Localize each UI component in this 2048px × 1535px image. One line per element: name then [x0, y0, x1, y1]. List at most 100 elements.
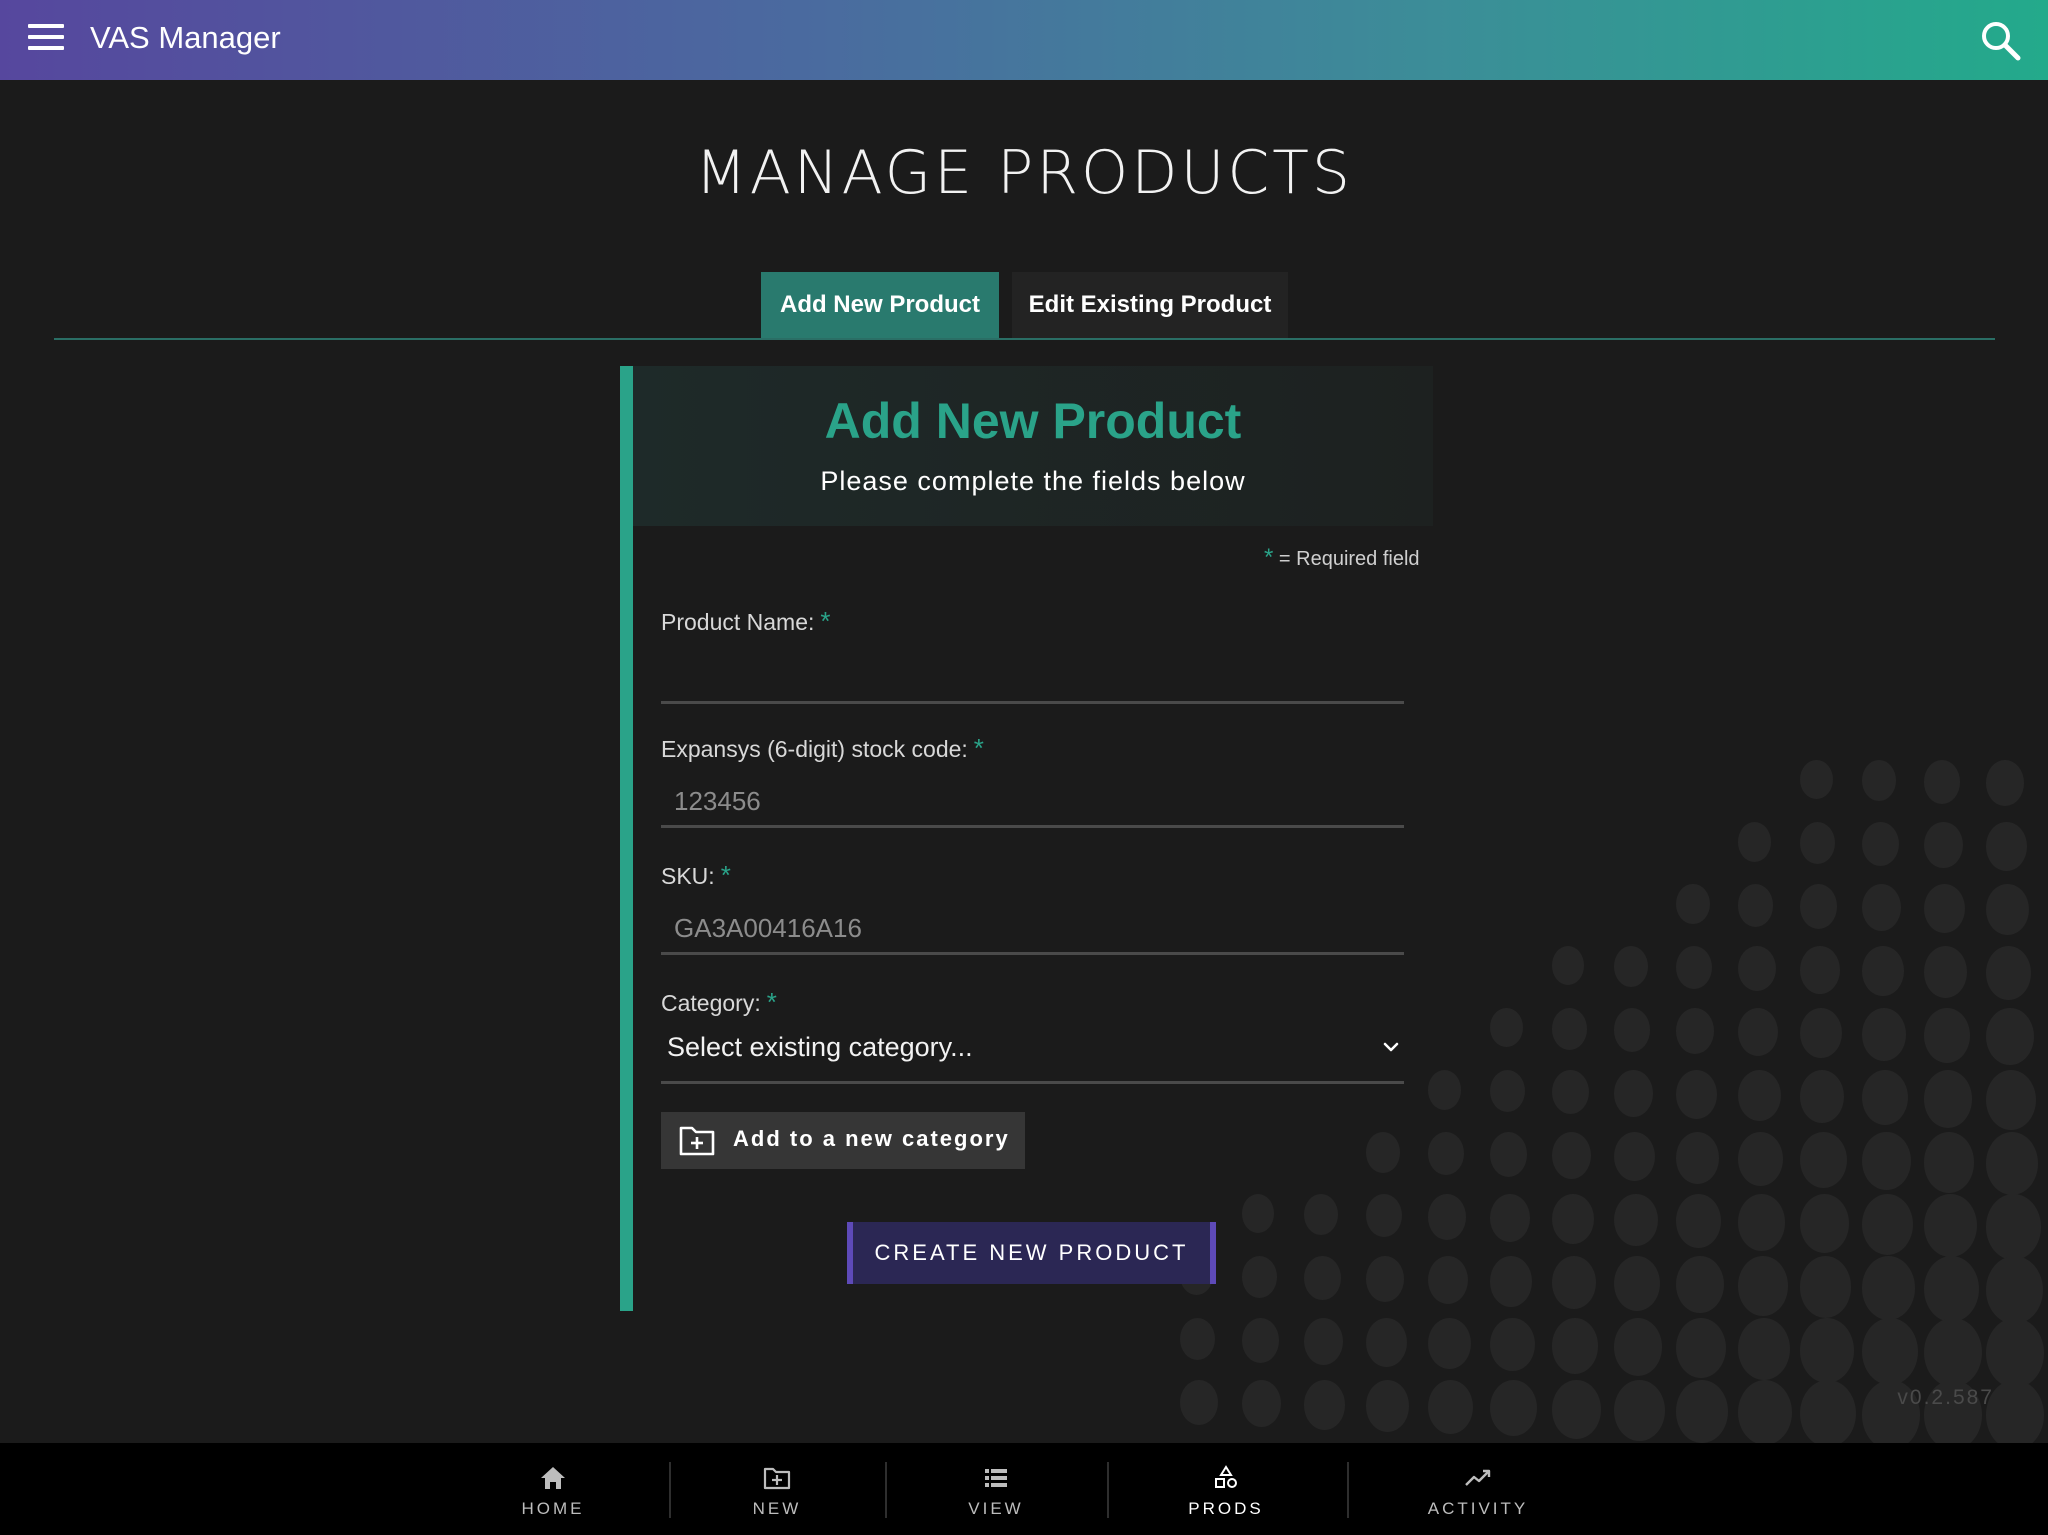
app-title: VAS Manager — [90, 20, 281, 55]
background-dot — [1490, 1070, 1526, 1113]
background-dot — [1304, 1318, 1343, 1365]
background-dot-pattern — [1180, 760, 2048, 1450]
background-dot — [1986, 1070, 2036, 1130]
background-dot — [1614, 946, 1649, 987]
background-dot — [1676, 1194, 1722, 1249]
background-dot — [1490, 1194, 1530, 1242]
background-dot — [1738, 1256, 1788, 1316]
background-dot — [1614, 1008, 1651, 1052]
folder-plus-icon — [679, 1126, 715, 1156]
background-dot — [1800, 946, 1840, 994]
background-dot — [1304, 1380, 1346, 1430]
background-dot — [1366, 1380, 1410, 1432]
background-dot — [1676, 884, 1710, 925]
search-icon[interactable] — [1980, 20, 2022, 62]
background-dot — [1490, 1380, 1537, 1437]
product-name-input[interactable] — [661, 654, 1404, 704]
nav-home-label: HOME — [521, 1499, 585, 1518]
nav-view-label: VIEW — [968, 1499, 1024, 1518]
hamburger-menu-icon[interactable] — [28, 24, 64, 56]
tabs-underline — [54, 338, 1995, 340]
category-label-text: Category: — [661, 990, 761, 1016]
background-dot — [1428, 1194, 1466, 1240]
nav-view[interactable]: VIEW — [946, 1443, 1046, 1535]
background-dot — [1366, 1318, 1407, 1367]
background-dot — [1738, 1070, 1781, 1122]
stock-code-label: Expansys (6-digit) stock code: * — [661, 733, 984, 764]
shapes-icon — [1215, 1465, 1237, 1488]
required-marker: * — [1264, 544, 1274, 571]
nav-new[interactable]: NEW — [727, 1443, 827, 1535]
background-dot — [1242, 1318, 1280, 1363]
background-dot — [1986, 946, 2032, 1001]
background-dot — [1242, 1380, 1282, 1428]
nav-separator — [885, 1462, 887, 1518]
background-dot — [1428, 1070, 1462, 1110]
background-dot — [1366, 1132, 1400, 1173]
background-dot — [1924, 1132, 1975, 1193]
background-dot — [1800, 760, 1833, 800]
background-dot — [1738, 1008, 1779, 1057]
background-dot — [1924, 1256, 1980, 1323]
background-dot — [1924, 884, 1965, 934]
background-dot — [1924, 760, 1961, 804]
nav-home[interactable]: HOME — [501, 1443, 605, 1535]
trending-up-icon — [1465, 1469, 1491, 1486]
background-dot — [1986, 760, 2025, 806]
background-dot — [1676, 1256, 1724, 1314]
background-dot — [1552, 1380, 1601, 1439]
page-title: MANAGE PRODUCTS — [694, 138, 1353, 208]
background-dot — [1800, 1380, 1857, 1448]
form-title: Add New Product — [824, 393, 1242, 449]
nav-prods[interactable]: PRODS — [1171, 1443, 1281, 1535]
home-icon — [541, 1467, 565, 1489]
background-dot — [1862, 822, 1899, 867]
background-dot — [1614, 1256, 1660, 1312]
background-dot — [1428, 1132, 1464, 1175]
background-dot — [1676, 946, 1712, 990]
background-dot — [1490, 1008, 1523, 1048]
add-new-category-label: Add to a new category — [733, 1126, 1010, 1151]
background-dot — [1986, 1318, 2044, 1388]
add-new-category-button[interactable]: Add to a new category — [661, 1112, 1025, 1169]
background-dot — [1242, 1256, 1277, 1298]
category-select[interactable]: Select existing category... — [661, 1022, 1404, 1084]
background-dot — [1738, 822, 1772, 862]
nav-separator — [1107, 1462, 1109, 1518]
nav-separator — [1347, 1462, 1349, 1518]
background-dot — [1862, 1256, 1916, 1320]
nav-activity-label: ACTIVITY — [1427, 1499, 1529, 1518]
background-dot — [1862, 1070, 1909, 1126]
required-marker: * — [766, 987, 777, 1017]
background-dot — [1304, 1256, 1341, 1300]
background-dot — [1738, 1318, 1790, 1381]
stock-code-label-text: Expansys (6-digit) stock code: — [661, 736, 968, 762]
background-dot — [1986, 1132, 2039, 1195]
background-dot — [1862, 884, 1902, 931]
list-icon — [985, 1469, 1007, 1487]
form-card-accent-bar — [620, 366, 633, 1311]
nav-activity[interactable]: ACTIVITY — [1420, 1443, 1536, 1535]
version-label: v0.2.587 — [1897, 1386, 1994, 1409]
create-new-product-button[interactable]: CREATE NEW PRODUCT — [847, 1222, 1216, 1284]
required-marker: * — [820, 606, 831, 636]
form-subtitle: Please complete the fields below — [820, 466, 1246, 496]
category-select-value: Select existing category... — [667, 1032, 973, 1062]
product-name-label: Product Name: * — [661, 606, 831, 637]
background-dot — [1552, 1194, 1594, 1245]
background-dot — [1986, 1380, 2044, 1450]
background-dot — [1676, 1380, 1729, 1443]
background-dot — [1180, 1318, 1216, 1361]
background-dot — [1738, 946, 1776, 992]
background-dot — [1676, 1318, 1727, 1379]
background-dot — [1924, 946, 1968, 999]
tab-add-new-product[interactable]: Add New Product — [761, 272, 999, 338]
tab-edit-existing-product[interactable]: Edit Existing Product — [1012, 272, 1288, 338]
sku-label-text: SKU: — [661, 863, 715, 889]
background-dot — [1862, 1132, 1911, 1191]
stock-code-input[interactable] — [661, 778, 1404, 828]
background-dot — [1800, 884, 1838, 929]
background-dot — [1428, 1380, 1474, 1435]
background-dot — [1800, 1256, 1852, 1318]
sku-input[interactable] — [661, 905, 1404, 955]
